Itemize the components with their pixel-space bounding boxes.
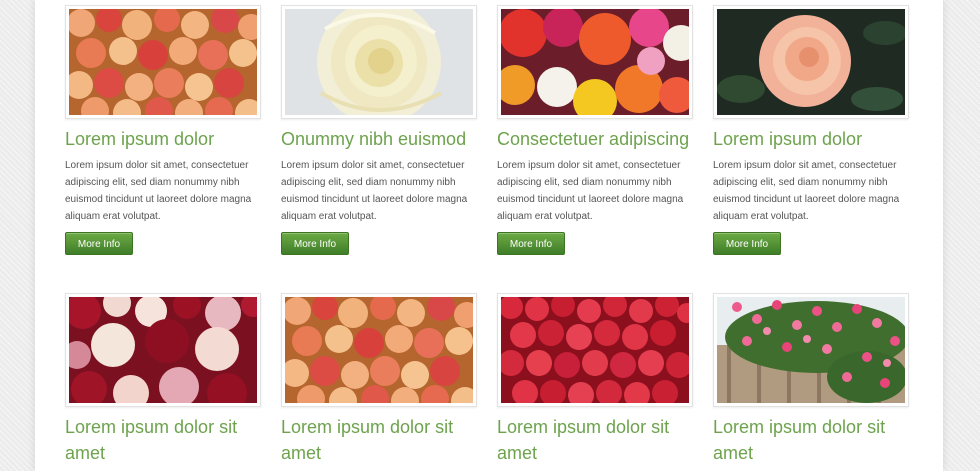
product-card: Lorem ipsum dolor sit amet [497,0,693,471]
product-card: Lorem ipsum dolor sit amet [65,0,261,471]
image-frame [713,293,909,407]
card-title[interactable]: Lorem ipsum dolor sit amet [713,414,913,466]
card-title[interactable]: Lorem ipsum dolor sit amet [281,414,481,466]
climbing-roses-fence-image[interactable] [717,297,905,403]
image-frame [497,293,693,407]
red-white-roses-image[interactable] [69,297,257,403]
image-frame [281,293,477,407]
rose-bouquet-image[interactable] [285,297,473,403]
content-sheet: Lorem ipsum dolor Lorem ipsum dolor sit … [35,0,943,471]
card-title[interactable]: Lorem ipsum dolor sit amet [497,414,697,466]
card-title[interactable]: Lorem ipsum dolor sit amet [65,414,265,466]
image-frame [65,293,261,407]
product-card: Lorem ipsum dolor sit amet [281,0,477,471]
product-card: Lorem ipsum dolor sit amet [713,0,909,471]
red-roses-image[interactable] [501,297,689,403]
